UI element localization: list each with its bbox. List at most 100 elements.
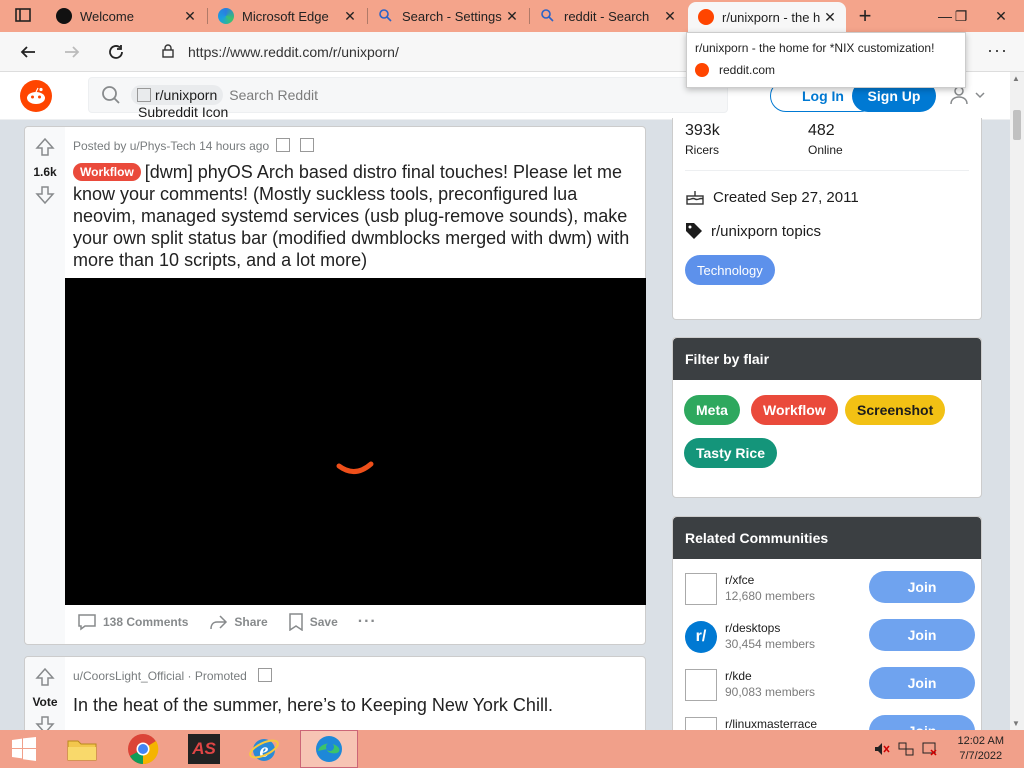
search-icon: [101, 85, 121, 105]
tab-close-icon[interactable]: ✕: [820, 9, 840, 26]
upvote-arrow-icon[interactable]: [35, 137, 55, 157]
tab-actions-icon[interactable]: [14, 6, 36, 26]
related-communities-widget: Related Communities r/xfce 12,680 member…: [672, 516, 982, 749]
tab-title: Search - Settings: [402, 8, 502, 24]
post-title-text: [dwm] phyOS Arch based distro final touc…: [73, 162, 630, 270]
clock-time: 12:02 AM: [957, 735, 1004, 747]
more-options-icon[interactable]: ···: [358, 613, 377, 631]
new-tab-button[interactable]: +: [850, 0, 880, 32]
refresh-icon[interactable]: [102, 38, 130, 66]
upvote-arrow-icon[interactable]: [35, 667, 55, 687]
tab-welcome[interactable]: Welcome ✕: [46, 0, 206, 32]
flair-tasty-rice[interactable]: Tasty Rice: [684, 438, 777, 468]
post-video-player[interactable]: [65, 278, 646, 605]
lock-icon: [162, 43, 174, 61]
tab-microsoft-edge[interactable]: Microsoft Edge ✕: [208, 0, 366, 32]
post-card[interactable]: 1.6k Posted by u/Phys-Tech 14 hours ago …: [24, 126, 646, 645]
window-close-button[interactable]: ✕: [986, 0, 1016, 32]
back-arrow-icon[interactable]: [14, 38, 42, 66]
award-image-icon: [276, 138, 291, 152]
community-name[interactable]: r/xfce: [725, 573, 754, 587]
internet-explorer-icon[interactable]: e: [240, 730, 288, 768]
app-as-icon[interactable]: AS: [180, 730, 228, 768]
community-row-desktops[interactable]: r/ r/desktops 30,454 members Join: [685, 619, 975, 659]
tab-title: r/unixporn - the h: [722, 9, 820, 25]
community-row-xfce[interactable]: r/xfce 12,680 members Join: [685, 571, 975, 611]
join-button[interactable]: Join: [869, 667, 975, 699]
community-members: 12,680 members: [725, 589, 816, 603]
comment-icon: [78, 614, 96, 631]
search-favicon-icon: [378, 8, 394, 24]
subreddit-r-icon: r/: [685, 621, 717, 653]
topics-row: r/unixporn topics: [685, 222, 821, 240]
tab-reddit-search[interactable]: reddit - Search ✕: [530, 0, 686, 32]
loading-spinner-icon: [336, 461, 374, 474]
url-field[interactable]: https://www.reddit.com/r/unixporn/: [150, 37, 680, 67]
subreddit-search-chip[interactable]: r/unixporn: [131, 85, 224, 105]
network-icon[interactable]: [896, 730, 916, 768]
windows-taskbar: AS e 12:02 AM 7/7/2022: [0, 730, 1024, 768]
post-title[interactable]: Workflow [dwm] phyOS Arch based distro fi…: [73, 161, 643, 271]
tab-close-icon[interactable]: ✕: [340, 8, 360, 25]
comments-button[interactable]: 138 Comments: [77, 613, 188, 631]
save-button[interactable]: Save: [288, 613, 338, 631]
vote-score: 1.6k: [33, 165, 57, 179]
post-actions: 138 Comments Share Save ···: [77, 613, 377, 631]
join-button[interactable]: Join: [869, 619, 975, 651]
award-image-icon: [299, 138, 314, 152]
tab-close-icon[interactable]: ✕: [180, 8, 200, 25]
downvote-arrow-icon[interactable]: [35, 185, 55, 205]
topic-pill-technology[interactable]: Technology: [685, 255, 775, 285]
scrollbar-thumb[interactable]: [1013, 110, 1021, 140]
tab-hover-tooltip: r/unixporn - the home for *NIX customiza…: [686, 32, 966, 88]
subreddit-chip-label: r/unixporn: [155, 87, 218, 103]
comments-label: 138 Comments: [103, 615, 189, 629]
file-explorer-icon[interactable]: [58, 730, 106, 768]
search-input[interactable]: Search Reddit: [229, 87, 318, 103]
forward-arrow-icon[interactable]: [58, 38, 86, 66]
created-date: Created Sep 27, 2011: [685, 188, 859, 206]
tab-title: Microsoft Edge: [242, 8, 329, 24]
page-scrollbar[interactable]: ▲ ▼: [1010, 72, 1024, 730]
tab-unixporn[interactable]: r/unixporn - the h ✕: [688, 2, 846, 32]
post-meta: u/CoorsLight_Official · Promoted: [73, 668, 273, 683]
tab-close-icon[interactable]: ✕: [502, 8, 522, 25]
tooltip-domain: reddit.com: [719, 63, 776, 77]
promoted-post-title[interactable]: In the heat of the summer, here’s to Kee…: [73, 694, 643, 716]
scroll-down-arrow-icon[interactable]: ▼: [1012, 719, 1020, 728]
notification-icon[interactable]: [920, 730, 940, 768]
reddit-logo-icon[interactable]: [20, 80, 52, 112]
start-button[interactable]: [0, 730, 48, 768]
flair-screenshot[interactable]: Screenshot: [845, 395, 946, 425]
community-row-kde[interactable]: r/kde 90,083 members Join: [685, 667, 975, 707]
flair-workflow[interactable]: Workflow: [751, 395, 838, 425]
welcome-favicon-icon: [56, 8, 72, 24]
chevron-down-icon: [975, 92, 985, 99]
volume-muted-icon[interactable]: [872, 730, 892, 768]
community-name[interactable]: r/linuxmasterrace: [725, 717, 817, 731]
browser-tab-strip: Welcome ✕ Microsoft Edge ✕ Search - Sett…: [0, 0, 1024, 32]
edge-taskbar-icon[interactable]: [300, 730, 358, 768]
tab-close-icon[interactable]: ✕: [660, 8, 680, 25]
save-label: Save: [309, 615, 338, 629]
chrome-icon[interactable]: [118, 730, 168, 768]
share-button[interactable]: Share: [208, 613, 268, 631]
join-button[interactable]: Join: [869, 571, 975, 603]
broken-image-icon: [685, 573, 717, 605]
reddit-favicon-icon: [698, 9, 714, 25]
tab-title: Welcome: [80, 8, 134, 24]
more-options-icon[interactable]: ···: [987, 40, 1008, 61]
reddit-favicon-icon: [695, 63, 709, 77]
restore-button[interactable]: ❐: [946, 0, 976, 32]
tab-search-settings[interactable]: Search - Settings ✕: [368, 0, 528, 32]
flair-meta[interactable]: Meta: [684, 395, 740, 425]
bookmark-icon: [288, 613, 303, 631]
system-clock[interactable]: 12:02 AM 7/7/2022: [958, 734, 1004, 764]
scroll-up-arrow-icon[interactable]: ▲: [1012, 74, 1020, 83]
subreddit-icon-alt-text: Subreddit Icon: [138, 104, 229, 120]
community-name[interactable]: r/desktops: [725, 621, 780, 635]
promoted-author[interactable]: u/CoorsLight_Official · Promoted: [73, 669, 247, 683]
community-name[interactable]: r/kde: [725, 669, 752, 683]
post-author-time[interactable]: Posted by u/Phys-Tech 14 hours ago: [73, 139, 269, 153]
post-flair[interactable]: Workflow: [73, 163, 141, 181]
